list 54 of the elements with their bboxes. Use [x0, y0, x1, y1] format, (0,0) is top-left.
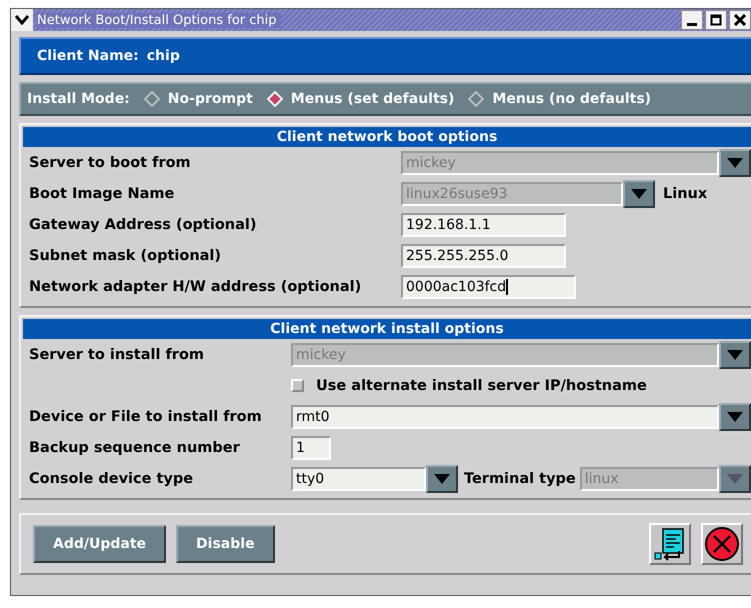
- minimize-icon: [687, 22, 697, 26]
- combo-field[interactable]: tty0: [291, 466, 426, 490]
- section-header: Client network install options: [23, 319, 751, 339]
- action-button[interactable]: Disable: [176, 525, 275, 563]
- os-label: Linux: [663, 186, 708, 202]
- input-field[interactable]: 1: [291, 436, 331, 460]
- caret-icon: [726, 410, 744, 422]
- caret-icon: [630, 188, 648, 200]
- close-button[interactable]: [729, 10, 751, 30]
- action-button[interactable]: Add/Update: [33, 525, 166, 563]
- checkbox-label: Use alternate install server IP/hostname: [316, 378, 647, 394]
- field-label: Gateway Address (optional): [29, 216, 258, 232]
- cancel-icon: [704, 526, 740, 562]
- close-icon: [734, 14, 746, 26]
- field-label: Subnet mask (optional): [29, 248, 222, 264]
- field-label: Terminal type: [464, 470, 576, 486]
- field-label: Console device type: [29, 470, 194, 486]
- document-icon: [653, 527, 687, 561]
- caret-icon: [433, 472, 451, 484]
- maximize-button[interactable]: [705, 10, 727, 30]
- dropdown-button[interactable]: [719, 464, 751, 492]
- dropdown-button[interactable]: [426, 464, 458, 492]
- client-name-label: Client Name:: [37, 48, 139, 64]
- chevron-icon: [15, 15, 29, 25]
- dropdown-button[interactable]: [623, 180, 655, 208]
- field-label: Backup sequence number: [29, 440, 241, 456]
- cancel-button[interactable]: [701, 523, 743, 565]
- dropdown-button[interactable]: [719, 340, 751, 368]
- radio-option[interactable]: No-prompt: [144, 91, 253, 107]
- section-header: Client network boot options: [23, 127, 751, 147]
- caret-icon: [726, 348, 744, 360]
- checkbox[interactable]: [291, 379, 304, 392]
- field-label: Device or File to install from: [29, 408, 263, 424]
- field-label: Server to install from: [29, 346, 206, 362]
- input-field[interactable]: 192.168.1.1: [401, 212, 566, 236]
- maximize-icon: [710, 14, 722, 26]
- dropdown-button[interactable]: [719, 148, 751, 176]
- input-field[interactable]: 0000ac103fcd: [401, 274, 576, 298]
- radio-option[interactable]: Menus (no defaults): [468, 91, 652, 107]
- field-label: Boot Image Name: [29, 186, 176, 202]
- client-name-value: chip: [146, 48, 180, 64]
- minimize-button[interactable]: [681, 10, 703, 30]
- window-menu-button[interactable]: [11, 9, 33, 31]
- caret-icon: [726, 472, 744, 484]
- input-field[interactable]: 255.255.255.0: [401, 244, 566, 268]
- radio-option[interactable]: Menus (set defaults): [266, 91, 454, 107]
- field-label: Server to boot from: [29, 154, 192, 170]
- document-button[interactable]: [649, 523, 691, 565]
- dropdown-button[interactable]: [719, 402, 751, 430]
- install-mode-label: Install Mode:: [27, 91, 130, 107]
- window-title: Network Boot/Install Options for chip: [37, 13, 281, 28]
- caret-icon: [726, 156, 744, 168]
- field-label: Network adapter H/W address (optional): [29, 278, 362, 294]
- combo-field[interactable]: rmt0: [291, 404, 719, 428]
